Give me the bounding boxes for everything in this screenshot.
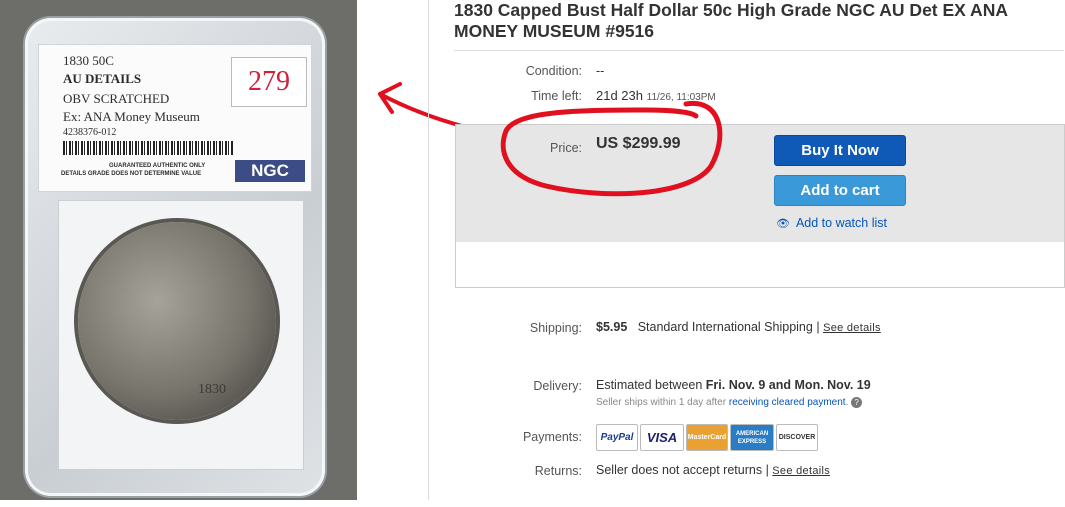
returns-value: Seller does not accept returns	[596, 463, 763, 477]
shipping-label: Shipping:	[529, 321, 582, 335]
mastercard-icon: MasterCard	[686, 424, 728, 451]
shipping-method: Standard International Shipping	[637, 320, 813, 334]
eye-icon: 👁	[776, 218, 790, 230]
delivery-sub-end: .	[845, 397, 849, 409]
shipping-row: $5.95 Standard International Shipping | …	[596, 320, 881, 334]
handwritten-price-tag: 279	[231, 57, 307, 107]
delivery-sub-row: Seller ships within 1 day after receivin…	[596, 397, 863, 409]
coin-date: 1830	[198, 382, 226, 397]
delivery-end: Mon. Nov. 19	[794, 378, 871, 392]
add-to-watch-list-link[interactable]: 👁 Add to watch list	[776, 216, 887, 230]
separator: |	[816, 320, 820, 334]
label-line-1: 1830 50C	[63, 53, 114, 68]
discover-icon: DISCOVER	[776, 424, 818, 451]
label-fine-2: DETAILS GRADE DOES NOT DETERMINE VALUE	[61, 171, 202, 177]
title-divider	[454, 50, 1064, 51]
delivery-text: Estimated between	[596, 378, 703, 392]
separator-returns: |	[765, 463, 769, 477]
delivery-label: Delivery:	[533, 379, 582, 393]
shipping-see-details-link[interactable]: See details	[823, 322, 881, 334]
delivery-start: Fri. Nov. 9	[705, 378, 766, 392]
vertical-divider	[428, 0, 429, 500]
returns-label: Returns:	[534, 464, 582, 478]
visa-icon: VISA	[640, 424, 684, 451]
returns-row: Seller does not accept returns | See det…	[596, 463, 830, 477]
delivery-row: Estimated between Fri. Nov. 9 and Mon. N…	[596, 378, 871, 392]
help-icon[interactable]: ?	[851, 397, 863, 408]
listing-title: 1830 Capped Bust Half Dollar 50c High Gr…	[454, 0, 1008, 41]
label-line-5: 4238376-012	[63, 127, 117, 138]
label-line-3: OBV SCRATCHED	[63, 91, 170, 106]
delivery-sub-text: Seller ships within 1 day after	[596, 397, 727, 409]
label-fine-1: GUARANTEED AUTHENTIC ONLY	[109, 163, 206, 169]
add-to-cart-button[interactable]: Add to cart	[774, 175, 906, 206]
returns-see-details-link[interactable]: See details	[772, 465, 830, 477]
slab-label: 1830 50C AU DETAILS OBV SCRATCHED Ex: AN…	[38, 44, 312, 192]
cleared-payment-link[interactable]: receiving cleared payment	[729, 397, 846, 408]
paypal-icon: PayPal	[596, 424, 638, 451]
payments-label: Payments:	[522, 430, 582, 444]
shipping-cost: $5.95	[596, 320, 628, 334]
condition-label: Condition:	[525, 64, 582, 78]
label-line-2: AU DETAILS	[63, 71, 142, 86]
buy-it-now-button[interactable]: Buy It Now	[774, 135, 906, 166]
barcode	[63, 141, 233, 155]
ngc-logo: NGC	[235, 160, 305, 182]
condition-value: --	[596, 64, 605, 78]
watch-list-label: Add to watch list	[795, 216, 887, 230]
item-photo[interactable]: 1830 50C AU DETAILS OBV SCRATCHED Ex: AN…	[0, 0, 357, 500]
amex-icon: AMERICAN EXPRESS	[730, 424, 774, 451]
coin-image: 1830	[78, 222, 276, 420]
red-circle-annotation	[500, 100, 723, 197]
delivery-and: and	[768, 378, 792, 392]
label-line-4: Ex: ANA Money Museum	[63, 109, 200, 124]
